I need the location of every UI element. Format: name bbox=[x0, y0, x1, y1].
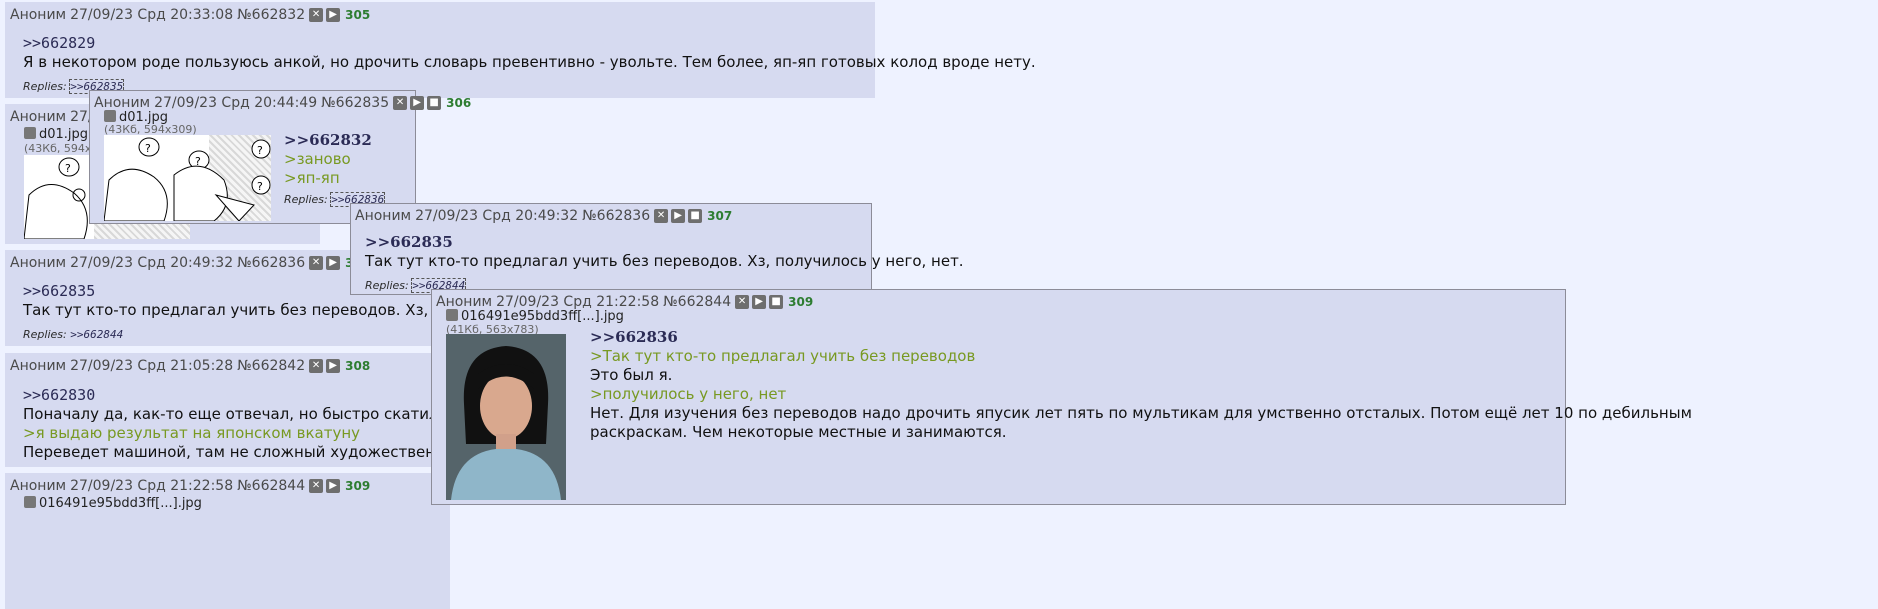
post-number: 305 bbox=[345, 8, 371, 22]
svg-text:?: ? bbox=[257, 180, 263, 193]
post-date: 27/09/23 Срд 21:22:58 bbox=[496, 294, 660, 310]
popup-662844: Аноним 27/09/23 Срд 21:22:58 №662844 ✕ ▶… bbox=[431, 289, 1692, 505]
post-date: 27/09/23 Срд 20:49:32 bbox=[70, 255, 234, 271]
post-header: Аноним 27/09/23 Срд 21:05:28 №662842 ✕ ▶… bbox=[10, 358, 370, 374]
thumbnail-image[interactable]: ? ? ? ? bbox=[104, 135, 271, 221]
post-id[interactable]: №662835 bbox=[321, 95, 389, 111]
magnifier-icon bbox=[104, 110, 116, 122]
post-id[interactable]: №662844 bbox=[663, 294, 731, 310]
play-icon[interactable]: ▶ bbox=[752, 295, 767, 309]
reply-link[interactable]: >>662832 bbox=[284, 131, 372, 150]
post-body: >>662829 Я в некотором роде пользуюсь ан… bbox=[23, 34, 1036, 72]
hide-icon[interactable]: ✕ bbox=[654, 209, 669, 223]
post-id[interactable]: №662844 bbox=[237, 478, 305, 494]
post-header: Аноним 27/09/23 Срд 20:49:32 №662836 ✕ ▶… bbox=[355, 208, 732, 224]
reply-link[interactable]: >>662835 bbox=[365, 233, 964, 252]
author: Аноним bbox=[10, 478, 67, 494]
quote-text: >яп-яп bbox=[284, 169, 340, 187]
post-number: 309 bbox=[788, 295, 814, 309]
post-body: >>662836 >Так тут кто-то предлагал учить… bbox=[590, 328, 1692, 442]
post-header: Аноним 27/09/23 Срд 21:22:58 №662844 ✕ ▶… bbox=[10, 478, 370, 494]
post-text: Нет. Для изучения без переводов надо дро… bbox=[590, 404, 1692, 422]
post-header: Аноним 27/09/23 Срд 20:49:32 №662836 ✕ ▶… bbox=[10, 255, 370, 271]
post-662832: Аноним 27/09/23 Срд 20:33:08 №662832 ✕ ▶… bbox=[5, 2, 1036, 98]
post-text: Так тут кто-то предлагал учить без перев… bbox=[365, 252, 964, 270]
play-icon[interactable]: ▶ bbox=[326, 256, 341, 270]
post-662842: Аноним 27/09/23 Срд 21:05:28 №662842 ✕ ▶… bbox=[5, 353, 535, 467]
stop-icon[interactable]: ■ bbox=[769, 295, 784, 309]
post-id[interactable]: №662836 bbox=[582, 208, 650, 224]
post-number: 308 bbox=[345, 359, 371, 373]
svg-text:?: ? bbox=[257, 144, 263, 157]
stop-icon[interactable]: ■ bbox=[427, 96, 442, 110]
play-icon[interactable]: ▶ bbox=[410, 96, 425, 110]
play-icon[interactable]: ▶ bbox=[326, 359, 341, 373]
author: Аноним bbox=[10, 255, 67, 271]
quote-text: >Так тут кто-то предлагал учить без пере… bbox=[590, 347, 976, 365]
svg-text:?: ? bbox=[145, 142, 151, 155]
post-text: раскраскам. Чем некоторые местные и зани… bbox=[590, 423, 1007, 441]
post-id[interactable]: №662832 bbox=[237, 7, 305, 23]
play-icon[interactable]: ▶ bbox=[671, 209, 686, 223]
manga-thumbnail: ? ? ? ? bbox=[104, 135, 271, 221]
author: Аноним bbox=[94, 95, 151, 111]
magnifier-icon bbox=[24, 496, 36, 508]
post-date: 27/09/23 Срд 21:05:28 bbox=[70, 358, 234, 374]
hide-icon[interactable]: ✕ bbox=[309, 359, 324, 373]
magnifier-icon bbox=[24, 127, 36, 139]
reply-link[interactable]: >>662836 bbox=[590, 328, 1692, 347]
author: Аноним bbox=[355, 208, 412, 224]
hide-icon[interactable]: ✕ bbox=[309, 479, 324, 493]
hide-icon[interactable]: ✕ bbox=[309, 8, 324, 22]
post-text: Я в некотором роде пользуюсь анкой, но д… bbox=[23, 53, 1036, 71]
play-icon[interactable]: ▶ bbox=[326, 479, 341, 493]
svg-text:?: ? bbox=[65, 162, 71, 175]
quote-text: >получилось у него, нет bbox=[590, 385, 787, 403]
file-name[interactable]: 016491e95bdd3ff[...].jpg bbox=[24, 496, 202, 511]
replies: Replies: >>662844 bbox=[23, 328, 124, 341]
post-number: 306 bbox=[446, 96, 472, 110]
author: Аноним bbox=[10, 109, 67, 125]
post-body: >>662835 Так тут кто-то предлагал учить … bbox=[365, 233, 964, 271]
reply-link[interactable]: >>662829 bbox=[23, 34, 1036, 53]
stop-icon[interactable]: ■ bbox=[688, 209, 703, 223]
post-date: 27/09/23 Срд 21:22:58 bbox=[70, 478, 234, 494]
post-number: 307 bbox=[707, 209, 733, 223]
post-body: >>662832 >заново >яп-яп bbox=[284, 131, 372, 188]
post-header: Аноним 27/09/23 Срд 21:22:58 №662844 ✕ ▶… bbox=[436, 294, 813, 310]
popup-662836: Аноним 27/09/23 Срд 20:49:32 №662836 ✕ ▶… bbox=[350, 203, 964, 295]
play-icon[interactable]: ▶ bbox=[326, 8, 341, 22]
post-header: Аноним 27/09/23 Срд 20:44:49 №662835 ✕ ▶… bbox=[94, 95, 471, 111]
quote-text: >заново bbox=[284, 150, 351, 168]
post-header: Аноним 27/09/23 Срд 20:33:08 №662832 ✕ ▶… bbox=[10, 7, 370, 23]
file-name[interactable]: d01.jpg bbox=[24, 127, 88, 142]
portrait-photo bbox=[446, 334, 566, 500]
author: Аноним bbox=[436, 294, 493, 310]
hide-icon[interactable]: ✕ bbox=[735, 295, 750, 309]
post-number: 309 bbox=[345, 479, 371, 493]
hide-icon[interactable]: ✕ bbox=[309, 256, 324, 270]
reply-link[interactable]: >>662844 bbox=[70, 328, 123, 341]
post-date: 27/09/23 Срд 20:49:32 bbox=[415, 208, 579, 224]
post-id[interactable]: №662836 bbox=[237, 255, 305, 271]
author: Аноним bbox=[10, 358, 67, 374]
thumbnail-image[interactable] bbox=[446, 334, 566, 500]
post-id[interactable]: №662842 bbox=[237, 358, 305, 374]
file-name[interactable]: 016491e95bdd3ff[...].jpg bbox=[446, 309, 624, 324]
post-text: Это был я. bbox=[590, 366, 673, 384]
hide-icon[interactable]: ✕ bbox=[393, 96, 408, 110]
author: Аноним bbox=[10, 7, 67, 23]
post-date: 27/09/23 Срд 20:44:49 bbox=[154, 95, 318, 111]
post-662844: Аноним 27/09/23 Срд 21:22:58 №662844 ✕ ▶… bbox=[5, 473, 450, 609]
post-date: 27/09/23 Срд 20:33:08 bbox=[70, 7, 234, 23]
magnifier-icon bbox=[446, 309, 458, 321]
